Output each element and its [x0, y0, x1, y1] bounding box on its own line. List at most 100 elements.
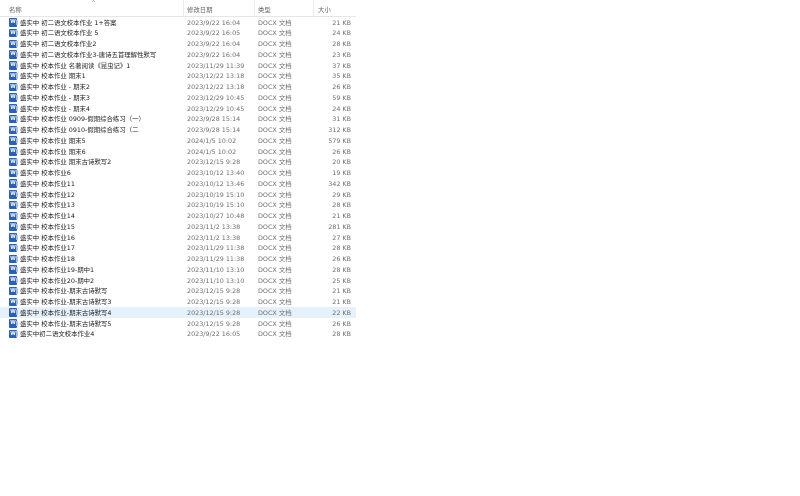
file-type: DOCX 文档: [258, 298, 292, 306]
file-name: 盛实中 校本作业17: [20, 244, 75, 253]
file-name: 盛实中 校本作业 期末1: [20, 72, 86, 81]
file-modified-date: 2023/10/19 15:10: [187, 190, 245, 199]
file-row[interactable]: W 盛实中 校本作业 名著阅读《昆虫记》1 2023/11/29 11:39 DOCX…: [0, 60, 356, 71]
word-document-icon: W: [9, 329, 18, 339]
column-header-name[interactable]: 名称: [9, 5, 22, 14]
file-name: 盛实中 校本作业-期末古诗默写5: [20, 319, 112, 328]
file-row[interactable]: W 盛实中 校本作业13 2023/10/19 15:10 DOCX 文档 28 KB: [0, 200, 356, 211]
file-row[interactable]: W 盛实中初二语文校本作业4 2023/9/22 16:05 DOCX 文档 28 KB: [0, 329, 356, 340]
file-name: 盛实中 校本作业14: [20, 212, 75, 220]
file-row[interactable]: W 盛实中 校本作业6 2023/10/12 13:40 DOCX 文档 19 KB: [0, 168, 356, 179]
file-type: DOCX 文档: [258, 222, 292, 231]
column-divider[interactable]: [313, 0, 314, 16]
file-size: 28 KB: [332, 40, 351, 48]
word-document-icon: W: [9, 319, 18, 328]
file-modified-date: 2023/10/12 13:40: [187, 169, 245, 177]
file-row[interactable]: W 盛实中 校本作业 0909-假期综合练习（一） 2023/9/28 15:14 D…: [0, 114, 356, 125]
file-row[interactable]: W 盛实中 校本作业 期末6 2024/1/5 10:02 DOCX 文档 26 KB: [0, 146, 356, 157]
column-header-type[interactable]: 类型: [258, 5, 271, 14]
file-size: 59 KB: [332, 93, 351, 102]
file-name: 盛实中初二语文校本作业4: [20, 330, 95, 339]
word-document-icon: W: [9, 93, 18, 102]
word-document-icon: W: [9, 297, 18, 306]
file-row[interactable]: W 盛实中 校本作业-期末古诗默写 2023/12/15 9:28 DOCX 文档 21…: [0, 286, 356, 297]
file-row[interactable]: W 盛实中 校本作业18 2023/11/29 11:38 DOCX 文档 26 KB: [0, 254, 356, 265]
file-row[interactable]: W 盛实中 校本作业12 2023/10/19 15:10 DOCX 文档 29 KB: [0, 189, 356, 200]
file-size: 26 KB: [332, 83, 351, 91]
file-name: 盛实中 校本作业20-期中2: [20, 276, 95, 285]
column-header-modified[interactable]: 修改日期: [187, 5, 213, 14]
file-modified-date: 2023/11/10 13:10: [187, 265, 245, 274]
file-name: 盛实中 校本作业 0909-假期综合练习（一）: [20, 115, 145, 124]
word-document-icon: W: [9, 125, 18, 134]
file-row[interactable]: W 盛实中 校本作业 期末1 2023/12/22 13:18 DOCX 文档 35 K…: [0, 71, 356, 82]
file-name: 盛实中 校本作业13: [20, 201, 75, 210]
file-row[interactable]: W 盛实中 校本作业-期末古诗默写5 2023/12/15 9:28 DOCX 文档 2…: [0, 318, 356, 329]
file-type: DOCX 文档: [258, 276, 292, 285]
file-row[interactable]: W 盛实中 校本作业15 2023/11/2 13:38 DOCX 文档 281 KB: [0, 221, 356, 232]
file-name: 盛实中 校本作业6: [20, 169, 71, 177]
column-divider[interactable]: [183, 0, 184, 16]
file-name: 盛实中 校本作业 - 期末3: [20, 93, 90, 102]
word-document-icon: W: [9, 18, 18, 27]
file-modified-date: 2023/11/10 13:10: [187, 276, 245, 285]
file-modified-date: 2023/9/28 15:14: [187, 115, 241, 124]
file-modified-date: 2023/11/2 13:38: [187, 233, 241, 242]
file-modified-date: 2023/12/15 9:28: [187, 287, 241, 296]
file-size: 37 KB: [332, 61, 351, 70]
file-row[interactable]: W 盛实中 校本作业 期末古诗默写2 2023/12/15 9:28 DOCX 文档 2…: [0, 157, 356, 168]
file-row[interactable]: W 盛实中 初二语文校本作业 1+答案 2023/9/22 16:04 DOCX 文档…: [0, 17, 356, 28]
word-document-icon: W: [9, 104, 18, 113]
file-size: 23 KB: [332, 50, 351, 59]
file-row[interactable]: W 盛实中 校本作业 - 期末2 2023/12/22 13:18 DOCX 文档 26…: [0, 82, 356, 93]
file-name: 盛实中 校本作业 期末古诗默写2: [20, 158, 112, 167]
file-type: DOCX 文档: [258, 330, 292, 339]
file-row[interactable]: W 盛实中 校本作业17 2023/11/29 11:38 DOCX 文档 28 KB: [0, 243, 356, 254]
column-header-size[interactable]: 大小: [318, 5, 331, 14]
file-row[interactable]: W 盛实中 校本作业 - 期末4 2023/12/29 10:45 DOCX 文档 24…: [0, 103, 356, 114]
word-document-icon: W: [9, 179, 18, 188]
file-size: 21 KB: [332, 18, 351, 27]
file-row[interactable]: W 盛实中 初二语文校本作业2 2023/9/22 16:04 DOCX 文档 28 K…: [0, 39, 356, 50]
file-type: DOCX 文档: [258, 104, 292, 113]
column-divider[interactable]: [254, 0, 255, 16]
file-row[interactable]: W 盛实中 校本作业 0910-假期综合练习（二 2023/9/28 15:14 DO…: [0, 125, 356, 136]
word-document-icon: W: [9, 28, 18, 38]
word-document-icon: W: [9, 286, 18, 296]
word-document-icon: W: [9, 222, 18, 231]
file-row[interactable]: W 盛实中 校本作业 期末5 2024/1/5 10:02 DOCX 文档 579 KB: [0, 135, 356, 146]
file-size: 26 KB: [332, 147, 351, 156]
file-name: 盛实中 校本作业 - 期末4: [20, 104, 90, 113]
file-row[interactable]: W 盛实中 校本作业 - 期末3 2023/12/29 10:45 DOCX 文档 59…: [0, 92, 356, 103]
file-modified-date: 2023/9/22 16:05: [187, 29, 241, 38]
file-type: DOCX 文档: [258, 244, 292, 253]
word-document-icon: W: [9, 61, 18, 70]
word-document-icon: W: [9, 71, 18, 81]
file-row[interactable]: W 盛实中 校本作业14 2023/10/27 10:48 DOCX 文档 21 KB: [0, 211, 356, 222]
word-document-icon: W: [9, 114, 18, 124]
file-type: DOCX 文档: [258, 126, 292, 134]
file-row[interactable]: W 盛实中 校本作业16 2023/11/2 13:38 DOCX 文档 27 KB: [0, 232, 356, 243]
file-row[interactable]: W 盛实中 校本作业11 2023/10/12 13:46 DOCX 文档 342 KB: [0, 178, 356, 189]
sort-ascending-icon[interactable]: ^: [91, 0, 96, 7]
file-modified-date: 2023/11/29 11:38: [187, 255, 245, 263]
file-size: 24 KB: [332, 104, 351, 113]
file-name: 盛实中 校本作业19-期中1: [20, 265, 95, 274]
file-row[interactable]: W 盛实中 初二语文校本作业3-唐诗五首理解性默写 2023/9/22 16:04 D…: [0, 49, 356, 60]
file-row[interactable]: W 盛实中 校本作业20-期中2 2023/11/10 13:10 DOCX 文档 25…: [0, 275, 356, 286]
file-modified-date: 2023/12/29 10:45: [187, 104, 245, 113]
file-modified-date: 2023/12/15 9:28: [187, 319, 241, 328]
file-row[interactable]: W 盛实中 校本作业19-期中1 2023/11/10 13:10 DOCX 文档 28…: [0, 264, 356, 275]
file-type: DOCX 文档: [258, 233, 292, 242]
file-row[interactable]: W 盛实中 校本作业-期末古诗默写3 2023/12/15 9:28 DOCX 文档 2…: [0, 297, 356, 308]
file-name: 盛实中 校本作业18: [20, 255, 75, 263]
file-type: DOCX 文档: [258, 179, 292, 188]
word-document-icon: W: [9, 200, 18, 210]
word-document-icon: W: [9, 82, 18, 91]
file-row[interactable]: W 盛实中 初二语文校本作业 5 2023/9/22 16:05 DOCX 文档 24 …: [0, 28, 356, 39]
file-type: DOCX 文档: [258, 115, 292, 124]
file-type: DOCX 文档: [258, 265, 292, 274]
file-modified-date: 2023/11/29 11:39: [187, 61, 245, 70]
file-type: DOCX 文档: [258, 158, 292, 167]
file-row[interactable]: W 盛实中 校本作业-期末古诗默写4 2023/12/15 9:28 DOCX 文档 2…: [0, 307, 356, 318]
